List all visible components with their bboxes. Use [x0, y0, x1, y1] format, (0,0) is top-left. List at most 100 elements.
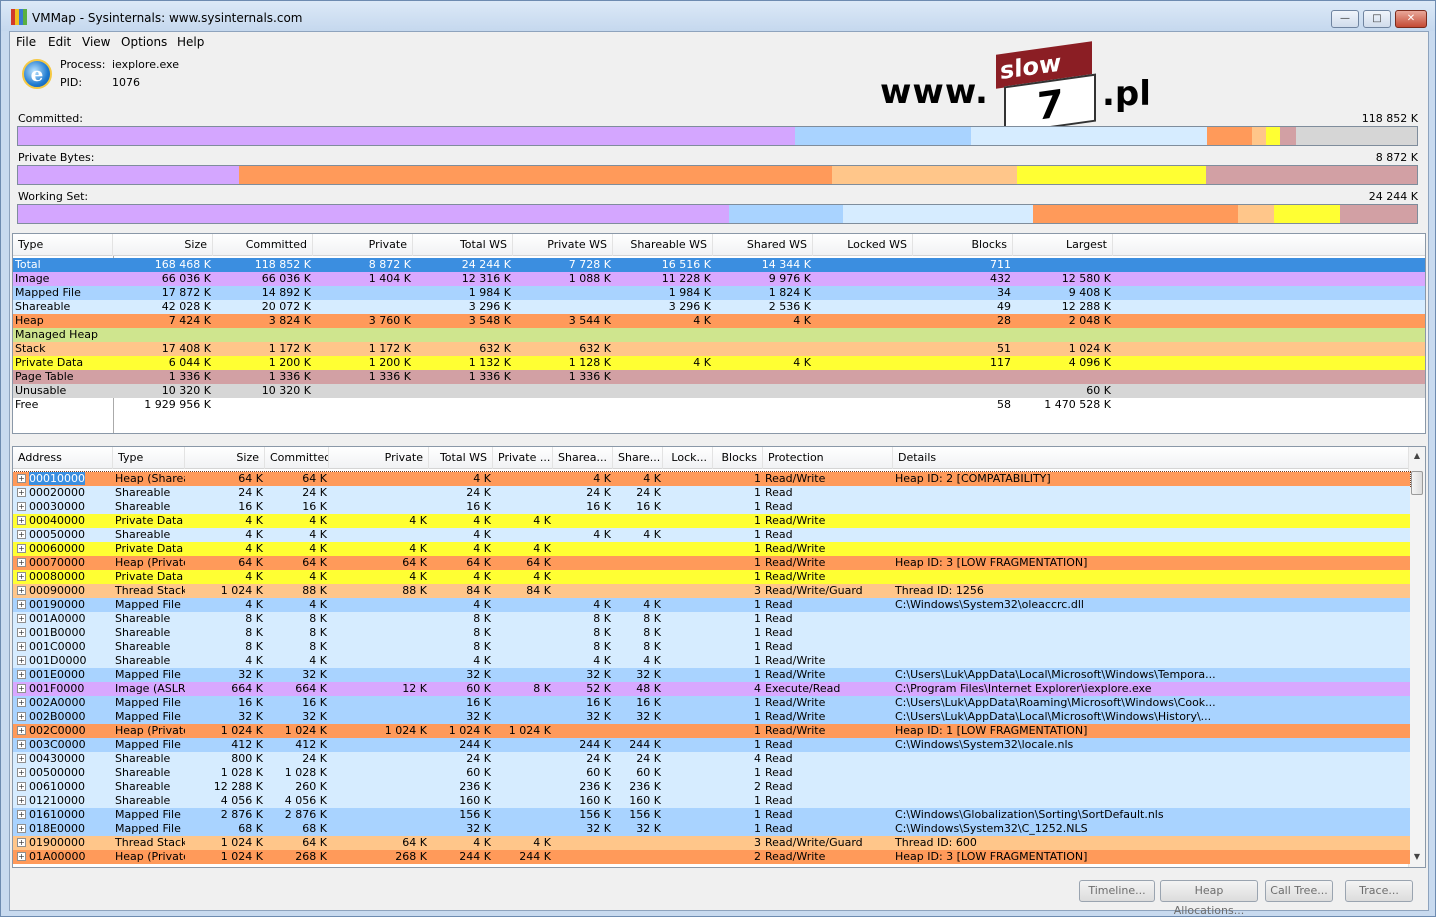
summary-row[interactable]: Managed Heap	[13, 328, 1425, 342]
summary-header-type[interactable]: Type	[13, 234, 113, 256]
detail-header-size[interactable]: Size	[185, 447, 265, 469]
expand-plus-icon[interactable]: +	[17, 824, 26, 833]
detail-row[interactable]: +00430000 Shareable 800 K 24 K 24 K 24 K 24 K4…	[13, 752, 1410, 766]
detail-row[interactable]: +003C0000 Mapped File 412 K 412 K 244 K 244 K…	[13, 738, 1410, 752]
detail-row[interactable]: +001F0000 Image (ASLR) 664 K 664 K 12 K 60 K8…	[13, 682, 1410, 696]
close-button[interactable]: ✕	[1395, 10, 1427, 28]
detail-header-type[interactable]: Type	[113, 447, 185, 469]
detail-row[interactable]: +00090000 Thread Stack 1 024 K 88 K 88 K 84 K…	[13, 584, 1410, 598]
summary-row[interactable]: Free 1 929 956 K 58 1 470 528 K	[13, 398, 1111, 412]
detail-row[interactable]: +00080000 Private Data 4 K4 K4 K4 K4 K 1 Rea…	[13, 570, 1410, 584]
summary-header-largest[interactable]: Largest	[1013, 234, 1113, 256]
expand-plus-icon[interactable]: +	[17, 600, 26, 609]
detail-row[interactable]: +001C0000 Shareable 8 K8 K8 K8 K8 K 1 Read	[13, 640, 1410, 654]
detail-header-details[interactable]: Details	[893, 447, 1410, 469]
call-tree-button[interactable]: Call Tree...	[1265, 880, 1333, 902]
expand-plus-icon[interactable]: +	[17, 726, 26, 735]
detail-row[interactable]: +00610000 Shareable 12 288 K 260 K 236 K 236 …	[13, 780, 1410, 794]
detail-row[interactable]: +018E0000 Mapped File 68 K 68 K 32 K 32 K 32 K…	[13, 822, 1410, 836]
detail-row[interactable]: +00040000 Private Data 4 K4 K4 K4 K4 K 1 Rea…	[13, 514, 1410, 528]
detail-header-locked-ws[interactable]: Lock...	[663, 447, 713, 469]
expand-plus-icon[interactable]: +	[17, 558, 26, 567]
summary-header-blocks[interactable]: Blocks	[913, 234, 1013, 256]
menu-help[interactable]: Help	[177, 35, 204, 49]
title-bar[interactable]: VMMap - Sysinternals: www.sysinternals.c…	[1, 1, 1435, 31]
summary-header-total-ws[interactable]: Total WS	[413, 234, 513, 256]
detail-row[interactable]: +00500000 Shareable 1 028 K1 028 K 60 K 60 K…	[13, 766, 1410, 780]
expand-plus-icon[interactable]: +	[17, 530, 26, 539]
summary-header-locked-ws[interactable]: Locked WS	[813, 234, 913, 256]
detail-row[interactable]: +00050000 Shareable 4 K4 K4 K4 K4 K 1 Read	[13, 528, 1410, 542]
scroll-thumb[interactable]	[1411, 471, 1423, 495]
detail-row[interactable]: +002B0000 Mapped File 32 K 32 K 32 K 32 K 32 K…	[13, 710, 1410, 724]
expand-plus-icon[interactable]: +	[17, 628, 26, 637]
detail-row[interactable]: +001E0000 Mapped File 32 K 32 K 32 K 32 K 32 K…	[13, 668, 1410, 682]
detail-header-private[interactable]: Private	[329, 447, 429, 469]
summary-row[interactable]: Stack 17 408 K 1 172 K 1 172 K 632 K 632 K 51 1…	[13, 342, 1425, 356]
menu-view[interactable]: View	[82, 35, 110, 49]
expand-plus-icon[interactable]: +	[17, 810, 26, 819]
detail-row[interactable]: +002C0000Heap (Private Data)1 024 K1 024…	[13, 724, 1410, 738]
expand-plus-icon[interactable]: +	[17, 642, 26, 651]
summary-row[interactable]: Mapped File 17 872 K 14 892 K 1 984 K 1 984 …	[13, 286, 1425, 300]
expand-plus-icon[interactable]: +	[17, 670, 26, 679]
expand-plus-icon[interactable]: +	[17, 740, 26, 749]
expand-plus-icon[interactable]: +	[17, 656, 26, 665]
detail-row[interactable]: +00020000 Shareable 24 K 24 K 24 K 24 K 24 K1R…	[13, 486, 1410, 500]
minimize-button[interactable]: —	[1331, 10, 1359, 28]
detail-row[interactable]: +001D0000 Shareable 4 K4 K4 K4 K4 K 1 Read/W…	[13, 654, 1410, 668]
expand-plus-icon[interactable]: +	[17, 796, 26, 805]
detail-row[interactable]: +01900000 Thread Stack 1 024 K 64 K 64 K4 K4…	[13, 836, 1410, 850]
expand-plus-icon[interactable]: +	[17, 754, 26, 763]
expand-plus-icon[interactable]: +	[17, 768, 26, 777]
expand-plus-icon[interactable]: +	[17, 614, 26, 623]
expand-plus-icon[interactable]: +	[17, 852, 26, 861]
summary-header-committed[interactable]: Committed	[213, 234, 313, 256]
summary-header-shared-ws[interactable]: Shared WS	[713, 234, 813, 256]
summary-row[interactable]: Unusable 10 320 K 10 320 K 60 K	[13, 384, 1425, 398]
expand-plus-icon[interactable]: +	[17, 516, 26, 525]
summary-header-private[interactable]: Private	[313, 234, 413, 256]
summary-header-size[interactable]: Size	[113, 234, 213, 256]
expand-plus-icon[interactable]: +	[17, 544, 26, 553]
expand-plus-icon[interactable]: +	[17, 586, 26, 595]
detail-header-blocks[interactable]: Blocks	[713, 447, 763, 469]
detail-header-total-ws[interactable]: Total WS	[429, 447, 493, 469]
detail-row[interactable]: +01210000 Shareable 4 056 K4 056 K 160 K 160…	[13, 794, 1410, 808]
expand-plus-icon[interactable]: +	[17, 782, 26, 791]
expand-plus-icon[interactable]: +	[17, 502, 26, 511]
summary-row[interactable]: Heap 7 424 K 3 824 K 3 760 K 3 548 K 3 544 K 4…	[13, 314, 1425, 328]
trace-button[interactable]: Trace...	[1345, 880, 1413, 902]
summary-row[interactable]: Private Data 6 044 K 1 200 K 1 200 K 1 132 K…	[13, 356, 1425, 370]
detail-row[interactable]: +00030000 Shareable 16 K 16 K 16 K 16 K 16 K1R…	[13, 500, 1410, 514]
detail-row[interactable]: +001B0000 Shareable 8 K8 K8 K8 K8 K 1 Read	[13, 626, 1410, 640]
menu-edit[interactable]: Edit	[48, 35, 71, 49]
menu-options[interactable]: Options	[121, 35, 167, 49]
summary-row[interactable]: Total 168 468 K 118 852 K 8 872 K 24 244 K 7 …	[13, 258, 1425, 272]
detail-header-private-ws[interactable]: Private ...	[493, 447, 553, 469]
expand-plus-icon[interactable]: +	[17, 572, 26, 581]
summary-header-private-ws[interactable]: Private WS	[513, 234, 613, 256]
summary-row[interactable]: Image 66 036 K 66 036 K 1 404 K 12 316 K 1 08…	[13, 272, 1425, 286]
scroll-up-icon[interactable]: ▲	[1412, 451, 1422, 461]
detail-header-committed[interactable]: Committed	[265, 447, 329, 469]
summary-header-shareable-ws[interactable]: Shareable WS	[613, 234, 713, 256]
expand-plus-icon[interactable]: +	[17, 488, 26, 497]
heap-allocations-button[interactable]: Heap Allocations...	[1160, 880, 1258, 917]
scroll-down-icon[interactable]: ▼	[1412, 852, 1422, 862]
detail-scrollbar[interactable]: ▲ ▼	[1408, 447, 1425, 867]
maximize-button[interactable]: □	[1363, 10, 1391, 28]
detail-row[interactable]: +00060000 Private Data 4 K4 K4 K4 K4 K 1 Rea…	[13, 542, 1410, 556]
expand-plus-icon[interactable]: +	[17, 684, 26, 693]
detail-header-protection[interactable]: Protection	[763, 447, 893, 469]
detail-header-shareable-ws[interactable]: Sharea...	[553, 447, 613, 469]
summary-row[interactable]: Page Table 1 336 K 1 336 K 1 336 K 1 336 K 1 …	[13, 370, 1425, 384]
expand-plus-icon[interactable]: +	[17, 698, 26, 707]
detail-row[interactable]: +00010000Heap (Shareable)64 K64 K4 K4 K4…	[13, 471, 1411, 487]
detail-header-shared-ws[interactable]: Share...	[613, 447, 663, 469]
timeline-button[interactable]: Timeline...	[1079, 880, 1155, 902]
detail-row[interactable]: +00070000Heap (Private Data)64 K64 K64 K…	[13, 556, 1410, 570]
expand-plus-icon[interactable]: +	[17, 838, 26, 847]
expand-plus-icon[interactable]: +	[17, 474, 26, 483]
detail-row[interactable]: +01610000 Mapped File 2 876 K2 876 K 156 K1…	[13, 808, 1410, 822]
